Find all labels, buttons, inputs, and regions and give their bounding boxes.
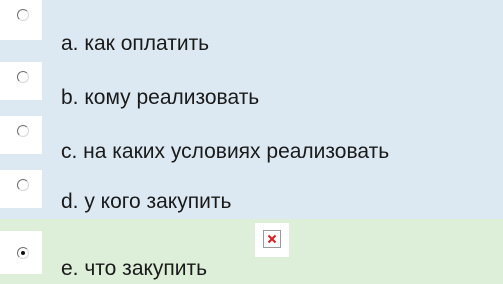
radio-button-c[interactable] xyxy=(17,125,29,137)
radio-button-a[interactable] xyxy=(17,9,29,21)
answer-label-c[interactable]: c. на каких условиях реализовать xyxy=(61,140,389,164)
radio-button-d[interactable] xyxy=(17,179,29,191)
radio-cell xyxy=(0,0,42,40)
answer-option-d[interactable]: d. у кого закупить xyxy=(0,169,503,219)
answer-label-e[interactable]: e. что закупить xyxy=(61,257,207,281)
answer-label-b[interactable]: b. кому реализовать xyxy=(61,86,259,110)
radio-cell xyxy=(0,231,42,274)
radio-cell xyxy=(0,62,42,100)
image-frame xyxy=(263,230,281,248)
answer-option-a[interactable]: a. как оплатить xyxy=(0,0,503,61)
answer-option-c[interactable]: c. на каких условиях реализовать xyxy=(0,115,503,169)
answer-option-e[interactable]: e. что закупить xyxy=(0,219,503,284)
radio-button-b[interactable] xyxy=(17,71,29,83)
radio-cell xyxy=(0,116,42,154)
answer-label-a[interactable]: a. как оплатить xyxy=(61,32,209,56)
red-x-icon xyxy=(267,234,277,244)
radio-cell xyxy=(0,170,42,208)
answer-options: a. как оплатить b. кому реализовать c. н… xyxy=(0,0,503,284)
answer-label-d[interactable]: d. у кого закупить xyxy=(61,190,231,214)
answer-option-b[interactable]: b. кому реализовать xyxy=(0,61,503,115)
radio-selected-dot xyxy=(21,251,25,255)
radio-button-e[interactable] xyxy=(17,247,29,259)
broken-image-icon xyxy=(255,223,289,257)
